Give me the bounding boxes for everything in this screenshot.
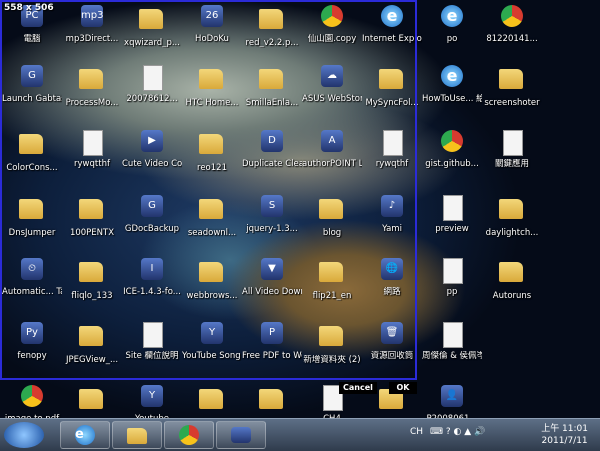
desktop-icon[interactable]: screenshoter: [482, 65, 542, 108]
ok-button[interactable]: OK: [389, 382, 417, 394]
desktop-icon-label: daylightch...: [485, 228, 539, 238]
chrome-icon: [499, 5, 525, 31]
desktop-icon[interactable]: gist.github...: [422, 130, 482, 169]
desktop-icon[interactable]: 👤P2008061...: [422, 385, 482, 418]
desktop-icon-label: pp: [446, 287, 458, 297]
taskbar-app[interactable]: [216, 421, 266, 449]
desktop-icon[interactable]: gradio: [182, 385, 242, 418]
desktop-icon-label: Autoruns: [492, 291, 532, 301]
clock-time: 上午 11:01: [541, 424, 588, 434]
app-icon: 👤: [439, 385, 465, 411]
desktop[interactable]: PC 電腦 mp3 mp3Direct... xqwizard_p... 26 HoDoKu…: [0, 0, 600, 418]
tray-icons[interactable]: ⌨ ? ◐ ▲ 🔊: [430, 427, 485, 437]
desktop-icon[interactable]: e HowToUse... 給北爸爸午 1...: [422, 65, 482, 104]
folder-icon: [79, 389, 105, 415]
doc-icon: [439, 195, 465, 221]
taskbar-chrome[interactable]: [164, 421, 214, 449]
chrome-icon: [179, 425, 199, 445]
ie-icon: e: [75, 425, 95, 445]
app-icon: [231, 427, 251, 443]
taskbar-explorer[interactable]: [112, 421, 162, 449]
desktop-icon[interactable]: 周傑倫 & 侯佩岑-[...: [422, 322, 482, 361]
folder-icon: [259, 389, 285, 415]
doc-icon: [499, 130, 525, 156]
desktop-icon[interactable]: image to pdf: [2, 385, 62, 418]
desktop-icon[interactable]: gist.github...: [242, 385, 302, 418]
folder-icon: [499, 69, 525, 95]
desktop-icon[interactable]: daylightch...: [482, 195, 542, 238]
desktop-icon[interactable]: Autoruns: [482, 258, 542, 301]
desktop-icon[interactable]: MP3: [62, 385, 122, 418]
app-icon: Y: [139, 385, 165, 411]
desktop-icon-label: 81220141...: [486, 34, 538, 44]
ie-icon: e: [439, 65, 465, 91]
desktop-icon[interactable]: e po: [422, 5, 482, 44]
desktop-icon-label: gist.github...: [425, 159, 479, 169]
desktop-icon[interactable]: pp: [422, 258, 482, 297]
desktop-icon-label: preview: [435, 224, 469, 234]
folder-icon: [199, 389, 225, 415]
explorer-icon: [127, 428, 147, 444]
desktop-icon-label: po: [446, 34, 458, 44]
clock-date: 2011/7/11: [541, 436, 588, 446]
chrome-icon: [439, 130, 465, 156]
desktop-icon-label: 周傑倫 & 侯佩岑-[...: [422, 351, 482, 361]
folder-icon: [499, 262, 525, 288]
taskbar: e CH ⌨ ? ◐ ▲ 🔊 上午 11:01 2011/7/11: [0, 418, 600, 451]
selection-rectangle[interactable]: 558 x 506: [0, 0, 417, 380]
doc-icon: [439, 258, 465, 284]
desktop-icon-label: 關鍵應用: [494, 159, 529, 169]
chrome-icon: [19, 385, 45, 411]
folder-icon: [499, 199, 525, 225]
language-indicator[interactable]: CH: [410, 427, 423, 437]
taskbar-ie[interactable]: e: [60, 421, 110, 449]
desktop-icon[interactable]: YYoutube: [122, 385, 182, 418]
clock[interactable]: 上午 11:01 2011/7/11: [541, 423, 588, 447]
desktop-icon[interactable]: preview: [422, 195, 482, 234]
doc-icon: [439, 322, 465, 348]
desktop-icon[interactable]: 81220141...: [482, 5, 542, 44]
ie-icon: e: [439, 5, 465, 31]
start-button[interactable]: [4, 422, 44, 448]
desktop-icon-label: HowToUse... 給北爸爸午 1...: [422, 94, 482, 104]
desktop-icon-label: screenshoter: [484, 98, 540, 108]
cancel-button[interactable]: Cancel: [339, 382, 377, 394]
selection-size-label: 558 x 506: [4, 3, 54, 13]
desktop-icon[interactable]: 關鍵應用: [482, 130, 542, 169]
